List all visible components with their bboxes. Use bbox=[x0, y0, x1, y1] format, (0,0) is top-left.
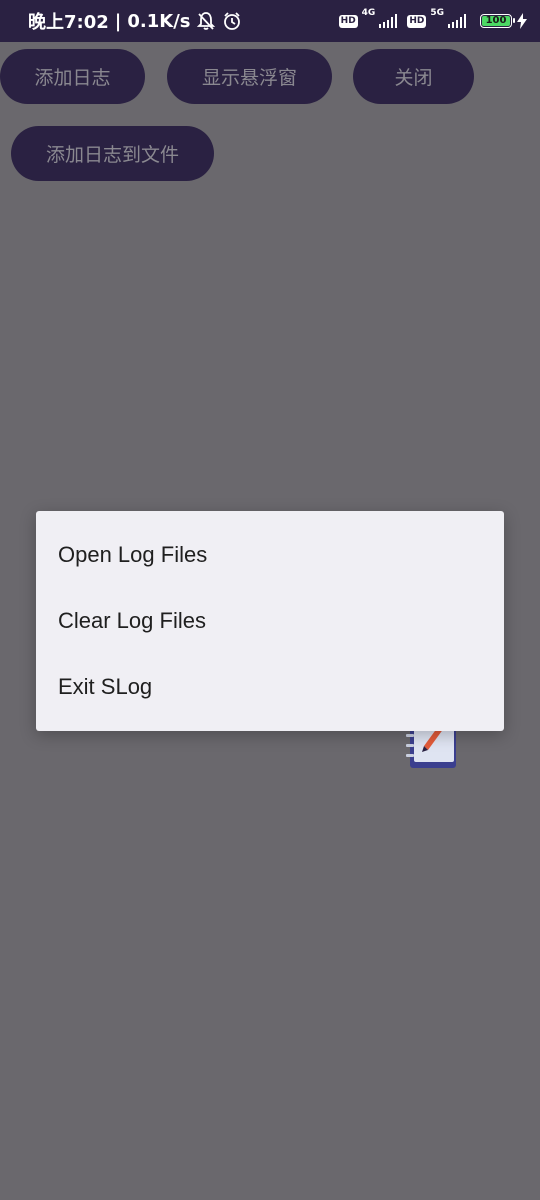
status-time: 晚上7:02 bbox=[28, 12, 109, 33]
alarm-icon bbox=[224, 12, 241, 30]
signal-5g-icon bbox=[448, 14, 466, 28]
status-left: 晚上7:02 | 0.1K/s bbox=[28, 0, 242, 42]
mute-bell-icon bbox=[197, 12, 216, 30]
options-menu: Open Log Files Clear Log Files Exit SLog bbox=[36, 511, 504, 731]
signal-4g-icon bbox=[379, 14, 398, 28]
signal-4g-label: 4G bbox=[361, 8, 376, 18]
status-net-speed: 0.1K/s bbox=[127, 10, 191, 32]
menu-item-clear-log-files[interactable]: Clear Log Files bbox=[36, 588, 504, 654]
show-float-window-button[interactable]: 显示悬浮窗 bbox=[167, 49, 332, 104]
status-right: HD 4G HD 5G 100 bbox=[338, 0, 528, 42]
add-log-button[interactable]: 添加日志 bbox=[0, 49, 145, 104]
hd-icon: HD bbox=[407, 14, 427, 28]
close-button[interactable]: 关闭 bbox=[353, 49, 474, 104]
menu-item-exit-slog[interactable]: Exit SLog bbox=[36, 654, 504, 720]
status-bar: 晚上7:02 | 0.1K/s HD 4G HD 5G 100 bbox=[0, 0, 540, 42]
hd-icon: HD bbox=[338, 14, 358, 28]
battery-level: 100 bbox=[485, 15, 507, 26]
menu-item-open-log-files[interactable]: Open Log Files bbox=[36, 522, 504, 588]
signal-5g-label: 5G bbox=[430, 8, 444, 18]
status-separator: | bbox=[114, 10, 122, 32]
add-log-to-file-button[interactable]: 添加日志到文件 bbox=[11, 126, 214, 181]
battery-icon: 100 bbox=[480, 14, 515, 28]
charging-icon bbox=[517, 13, 527, 29]
